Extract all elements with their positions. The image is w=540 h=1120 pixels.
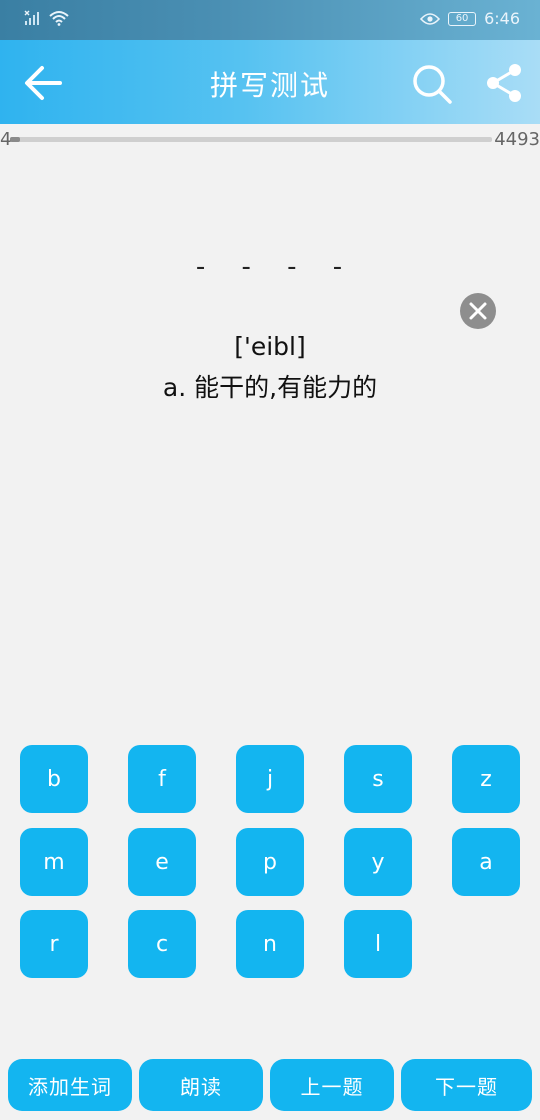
- battery-indicator: 60: [448, 11, 477, 26]
- status-left: [24, 10, 70, 26]
- letter-key-m[interactable]: m: [20, 828, 88, 896]
- app-bar: 拼写测试: [0, 40, 540, 124]
- letter-key-l[interactable]: l: [344, 910, 412, 978]
- search-icon[interactable]: [410, 62, 454, 106]
- letter-key-r[interactable]: r: [20, 910, 88, 978]
- letter-key-a[interactable]: a: [452, 828, 520, 896]
- share-icon[interactable]: [484, 62, 524, 104]
- letter-key-e[interactable]: e: [128, 828, 196, 896]
- letter-key-z[interactable]: z: [452, 745, 520, 813]
- eye-comfort-icon: [420, 12, 441, 25]
- letter-key-n[interactable]: n: [236, 910, 304, 978]
- progress-current: 4: [0, 129, 12, 150]
- letter-key-s[interactable]: s: [344, 745, 412, 813]
- status-bar: 60 6:46: [0, 0, 540, 40]
- letter-key-f[interactable]: f: [128, 745, 196, 813]
- progress-bar[interactable]: [10, 137, 492, 142]
- next-question-button[interactable]: 下一题: [401, 1059, 532, 1111]
- spelling-blanks: - - - -: [195, 252, 357, 282]
- phonetic-text: ['eibl]: [234, 332, 306, 361]
- signal-icon: [24, 10, 39, 25]
- letter-key-j[interactable]: j: [236, 745, 304, 813]
- status-time: 6:46: [484, 9, 520, 28]
- progress-total: 4493: [494, 129, 540, 150]
- previous-question-button[interactable]: 上一题: [270, 1059, 394, 1111]
- letter-key-y[interactable]: y: [344, 828, 412, 896]
- clear-button[interactable]: [460, 293, 496, 329]
- letter-key-p[interactable]: p: [236, 828, 304, 896]
- page-title: 拼写测试: [209, 69, 330, 102]
- letter-key-c[interactable]: c: [128, 910, 196, 978]
- add-word-button[interactable]: 添加生词: [8, 1059, 132, 1111]
- wifi-icon: [49, 11, 69, 26]
- letter-key-b[interactable]: b: [20, 745, 88, 813]
- status-right: 60 6:46: [420, 9, 520, 28]
- progress-row: 4 4493: [0, 128, 540, 154]
- read-aloud-button[interactable]: 朗读: [139, 1059, 263, 1111]
- close-icon: [469, 302, 487, 320]
- meaning-text: a. 能干的,有能力的: [162, 373, 378, 402]
